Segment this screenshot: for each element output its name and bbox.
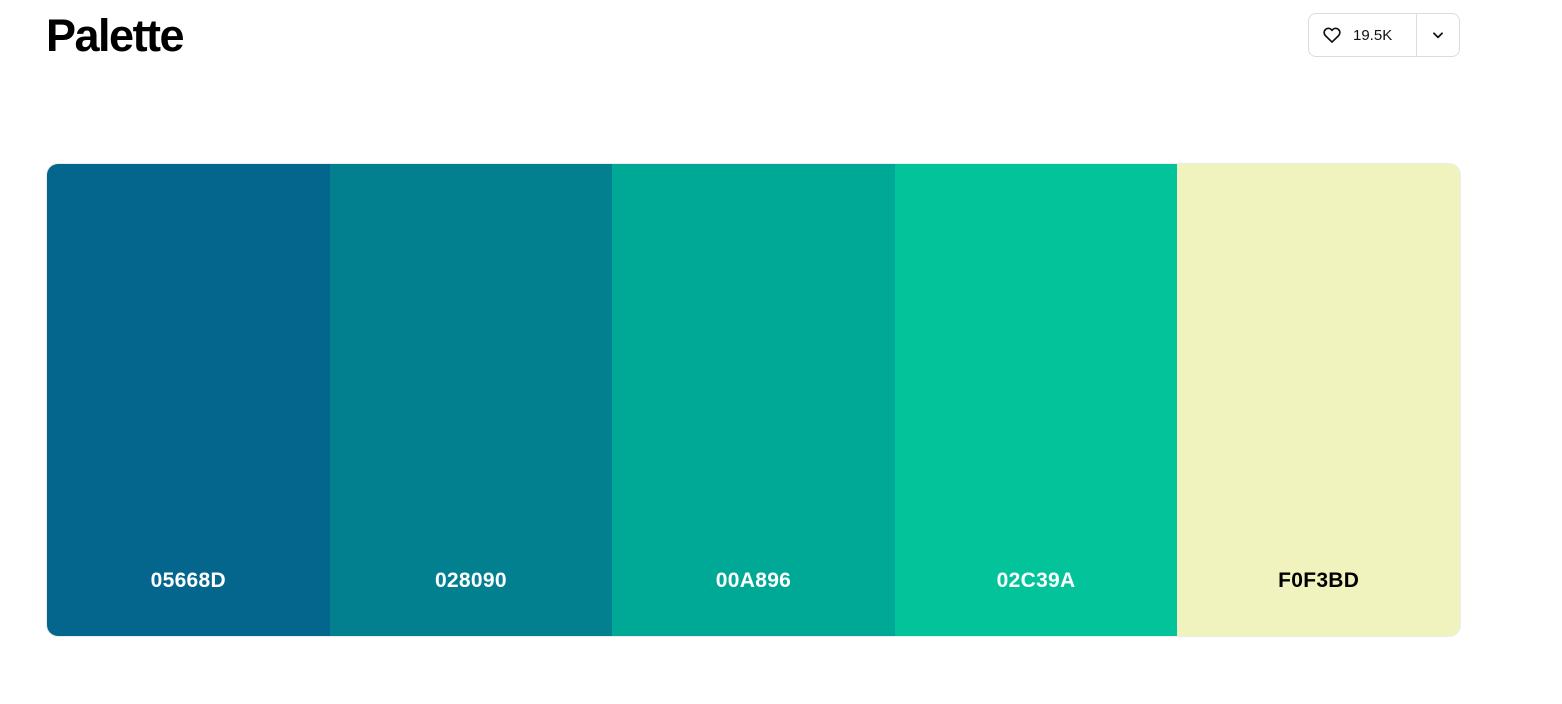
color-hex-label[interactable]: 00A896 bbox=[612, 569, 895, 593]
chevron-down-icon bbox=[1431, 28, 1445, 42]
page: Palette 19.5K 05668D 028090 00A896 02C39… bbox=[0, 0, 1562, 704]
more-options-button[interactable] bbox=[1417, 14, 1459, 56]
page-title: Palette bbox=[46, 10, 185, 61]
heart-icon bbox=[1322, 25, 1342, 45]
color-hex-label[interactable]: 02C39A bbox=[895, 569, 1178, 593]
color-hex-label[interactable]: 05668D bbox=[47, 569, 330, 593]
palette-actions: 19.5K bbox=[1308, 13, 1460, 57]
color-swatch[interactable]: 02C39A bbox=[894, 164, 1178, 636]
palette-strip: 05668D 028090 00A896 02C39A F0F3BD bbox=[46, 163, 1461, 637]
color-hex-label[interactable]: 028090 bbox=[330, 569, 613, 593]
color-swatch[interactable]: 028090 bbox=[329, 164, 613, 636]
color-hex-label[interactable]: F0F3BD bbox=[1177, 569, 1460, 593]
color-swatch[interactable]: 05668D bbox=[47, 164, 330, 636]
color-swatch[interactable]: 00A896 bbox=[612, 164, 895, 636]
like-button[interactable]: 19.5K bbox=[1309, 14, 1417, 56]
like-count: 19.5K bbox=[1353, 26, 1393, 44]
color-swatch[interactable]: F0F3BD bbox=[1177, 164, 1460, 636]
